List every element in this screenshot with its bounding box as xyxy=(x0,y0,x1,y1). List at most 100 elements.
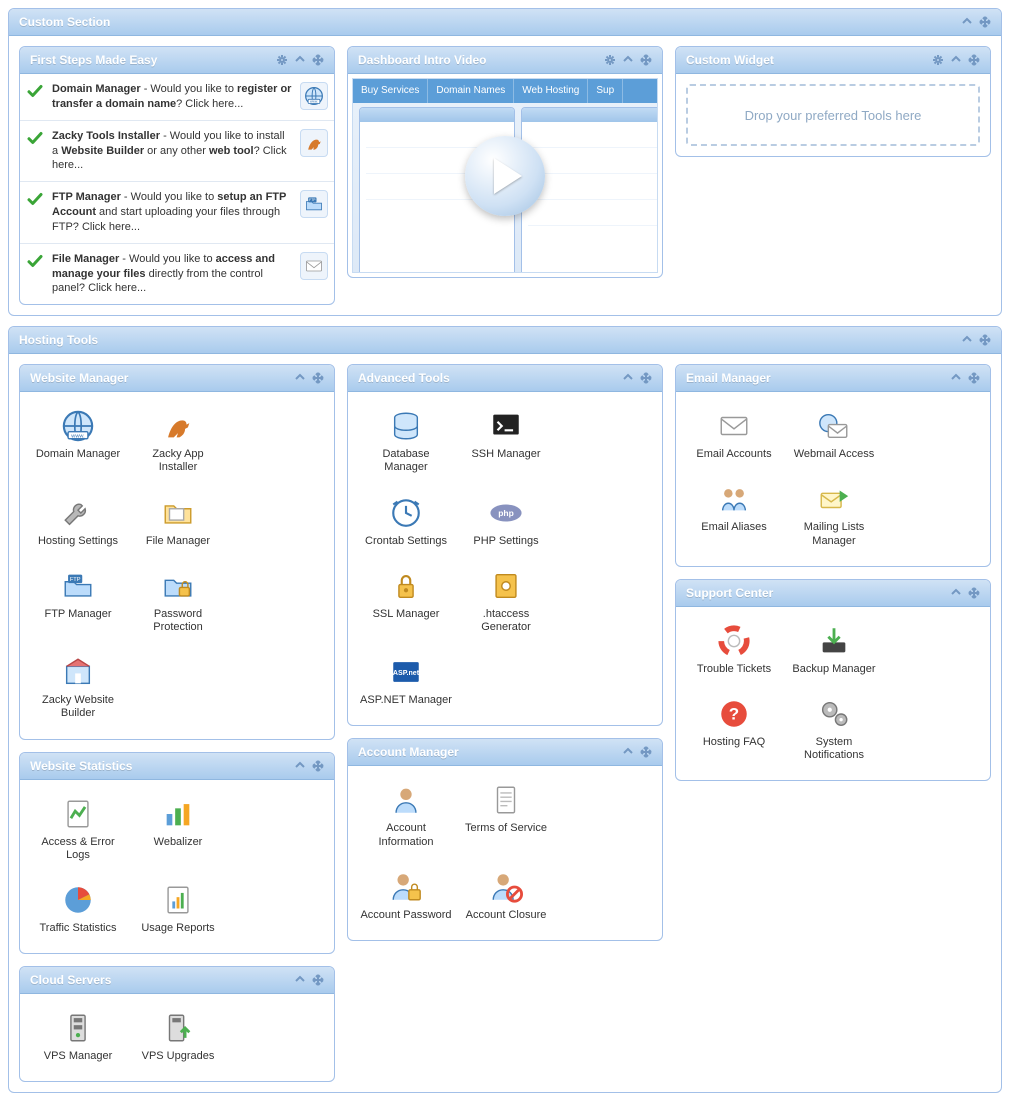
move-icon[interactable] xyxy=(640,746,652,758)
tool-database-manager[interactable]: Database Manager xyxy=(358,402,454,482)
first-step-item[interactable]: Zacky Tools Installer - Would you like t… xyxy=(20,121,334,183)
tool-file-manager[interactable]: File Manager xyxy=(130,489,226,556)
gear-icon[interactable] xyxy=(932,54,944,66)
tool-php-settings[interactable]: PHP Settings xyxy=(458,489,554,556)
tool-vps-manager[interactable]: VPS Manager xyxy=(30,1004,126,1071)
custom-section-header: Custom Section xyxy=(9,9,1001,36)
aspnet-icon xyxy=(388,654,424,690)
tool-email-aliases[interactable]: Email Aliases xyxy=(686,475,782,555)
tool-trouble-tickets[interactable]: Trouble Tickets xyxy=(686,617,782,684)
custom-widget-panel: Custom Widget Drop your preferred Tools … xyxy=(675,46,991,157)
tool-label: Traffic Statistics xyxy=(32,922,124,935)
collapse-icon[interactable] xyxy=(622,746,634,758)
move-icon[interactable] xyxy=(312,974,324,986)
tool-ssl-manager[interactable]: SSL Manager xyxy=(358,562,454,642)
hosting-tools-panel: Hosting Tools Website Manager Domain Man… xyxy=(8,326,1002,1093)
tool-webmail-access[interactable]: Webmail Access xyxy=(786,402,882,469)
tool-label: File Manager xyxy=(132,535,224,548)
move-icon[interactable] xyxy=(968,372,980,384)
move-icon[interactable] xyxy=(312,54,324,66)
tool-label: Hosting FAQ xyxy=(688,736,780,749)
collapse-icon[interactable] xyxy=(950,587,962,599)
video-thumbnail[interactable]: Buy Services Domain Names Web Hosting Su… xyxy=(352,78,658,273)
hosting-tools-title: Hosting Tools xyxy=(19,333,961,347)
tool-password-protection[interactable]: Password Protection xyxy=(130,562,226,642)
collapse-icon[interactable] xyxy=(950,54,962,66)
php-icon xyxy=(488,495,524,531)
tool-account-information[interactable]: Account Information xyxy=(358,776,454,856)
gear-icon[interactable] xyxy=(604,54,616,66)
htaccess-icon xyxy=(488,568,524,604)
user-icon xyxy=(388,782,424,818)
collapse-icon[interactable] xyxy=(622,372,634,384)
collapse-icon[interactable] xyxy=(294,974,306,986)
tool-webalizer[interactable]: Webalizer xyxy=(130,790,226,870)
tool-hosting-faq[interactable]: Hosting FAQ xyxy=(686,690,782,770)
tool--htaccess-generator[interactable]: .htaccess Generator xyxy=(458,562,554,642)
collapse-icon[interactable] xyxy=(961,334,973,346)
tool-mailing-lists-manager[interactable]: Mailing Lists Manager xyxy=(786,475,882,555)
tool-zacky-app-installer[interactable]: Zacky App Installer xyxy=(130,402,226,482)
tool-usage-reports[interactable]: Usage Reports xyxy=(130,876,226,943)
tool-ftp-manager[interactable]: FTP Manager xyxy=(30,562,126,642)
tool-label: ASP.NET Manager xyxy=(360,694,452,707)
tool-hosting-settings[interactable]: Hosting Settings xyxy=(30,489,126,556)
move-icon[interactable] xyxy=(979,334,991,346)
move-icon[interactable] xyxy=(312,760,324,772)
first-step-item[interactable]: FTP Manager - Would you like to setup an… xyxy=(20,182,334,244)
tool-label: FTP Manager xyxy=(32,608,124,621)
check-icon xyxy=(26,129,44,147)
aliases-icon xyxy=(716,481,752,517)
tool-access-error-logs[interactable]: Access & Error Logs xyxy=(30,790,126,870)
collapse-icon[interactable] xyxy=(961,16,973,28)
support-center-panel: Support Center Trouble TicketsBackup Man… xyxy=(675,579,991,782)
video-menu: Buy Services Domain Names Web Hosting Su… xyxy=(353,79,657,103)
first-steps-title: First Steps Made Easy xyxy=(30,53,276,67)
tool-ssh-manager[interactable]: SSH Manager xyxy=(458,402,554,482)
tool-email-accounts[interactable]: Email Accounts xyxy=(686,402,782,469)
move-icon[interactable] xyxy=(968,587,980,599)
play-icon[interactable] xyxy=(465,136,545,216)
tool-label: System Notifications xyxy=(788,736,880,762)
tool-label: Webmail Access xyxy=(788,448,880,461)
tool-domain-manager[interactable]: Domain Manager xyxy=(30,402,126,482)
collapse-icon[interactable] xyxy=(622,54,634,66)
step-text: File Manager - Would you like to access … xyxy=(52,252,292,297)
tool-account-password[interactable]: Account Password xyxy=(358,863,454,930)
tool-terms-of-service[interactable]: Terms of Service xyxy=(458,776,554,856)
tool-crontab-settings[interactable]: Crontab Settings xyxy=(358,489,454,556)
tool-asp-net-manager[interactable]: ASP.NET Manager xyxy=(358,648,454,715)
check-icon xyxy=(26,252,44,270)
first-step-item[interactable]: Domain Manager - Would you like to regis… xyxy=(20,74,334,121)
first-step-item[interactable]: File Manager - Would you like to access … xyxy=(20,244,334,305)
collapse-icon[interactable] xyxy=(294,372,306,384)
bars-icon xyxy=(160,796,196,832)
gear-icon[interactable] xyxy=(276,54,288,66)
move-icon[interactable] xyxy=(312,372,324,384)
lifebuoy-icon xyxy=(716,623,752,659)
hosting-tools-header: Hosting Tools xyxy=(9,327,1001,354)
tool-label: Terms of Service xyxy=(460,822,552,835)
tool-system-notifications[interactable]: System Notifications xyxy=(786,690,882,770)
tool-label: Account Information xyxy=(360,822,452,848)
check-icon xyxy=(26,82,44,100)
tools-dropzone[interactable]: Drop your preferred Tools here xyxy=(686,84,980,146)
faq-icon xyxy=(716,696,752,732)
tool-backup-manager[interactable]: Backup Manager xyxy=(786,617,882,684)
tool-label: Domain Manager xyxy=(32,448,124,461)
tool-account-closure[interactable]: Account Closure xyxy=(458,863,554,930)
move-icon[interactable] xyxy=(968,54,980,66)
tool-vps-upgrades[interactable]: VPS Upgrades xyxy=(130,1004,226,1071)
move-icon[interactable] xyxy=(640,372,652,384)
collapse-icon[interactable] xyxy=(294,760,306,772)
move-icon[interactable] xyxy=(640,54,652,66)
move-icon[interactable] xyxy=(979,16,991,28)
tool-traffic-statistics[interactable]: Traffic Statistics xyxy=(30,876,126,943)
mailing-icon xyxy=(816,481,852,517)
tool-label: Backup Manager xyxy=(788,663,880,676)
collapse-icon[interactable] xyxy=(950,372,962,384)
tool-zacky-website-builder[interactable]: Zacky Website Builder xyxy=(30,648,126,728)
dashboard-video-panel: Dashboard Intro Video Buy Services Domai… xyxy=(347,46,663,278)
collapse-icon[interactable] xyxy=(294,54,306,66)
tool-label: Password Protection xyxy=(132,608,224,634)
